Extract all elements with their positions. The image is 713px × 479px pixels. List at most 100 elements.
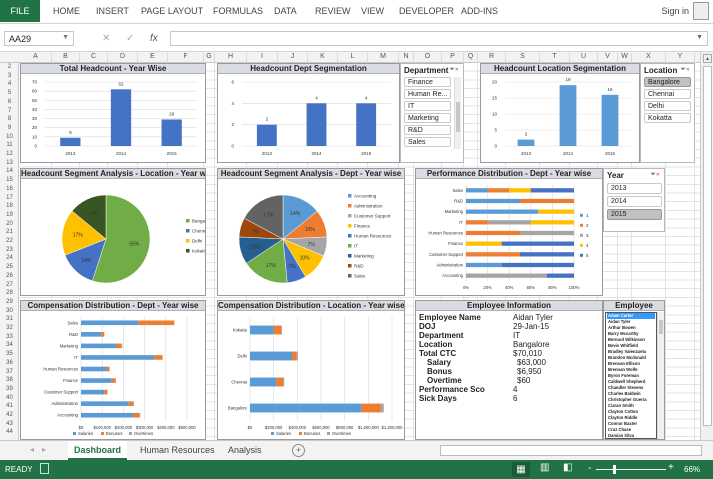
row-header[interactable]: 34: [0, 342, 18, 348]
column-header-x[interactable]: X: [632, 53, 666, 63]
row-header[interactable]: 42: [0, 412, 18, 418]
zoom-slider-thumb[interactable]: [613, 465, 616, 474]
expand-chevron-icon[interactable]: ▼: [696, 34, 703, 41]
clear-filter-icon[interactable]: ⏷✕: [680, 66, 690, 74]
column-header-u[interactable]: U: [570, 53, 598, 63]
zoom-slider[interactable]: [596, 465, 666, 474]
listbox-scrollbar[interactable]: [657, 312, 664, 439]
formula-input[interactable]: ▼: [170, 31, 708, 46]
row-header[interactable]: 39: [0, 386, 18, 392]
row-header[interactable]: 31: [0, 316, 18, 322]
chart-total-headcount[interactable]: Total Headcount - Year Wise 0 10 20 30 40 50 60…: [20, 63, 206, 163]
page-break-view-icon[interactable]: ◧: [563, 462, 572, 473]
zoom-in-icon[interactable]: +: [668, 462, 674, 473]
chart-compensation-location[interactable]: Compensation Distribution - Location - Y…: [217, 300, 405, 440]
column-header-q[interactable]: Q: [464, 53, 478, 63]
row-header[interactable]: 5: [0, 90, 18, 96]
row-header[interactable]: 15: [0, 177, 18, 183]
tab-formulas[interactable]: FORMULAS: [213, 6, 263, 16]
row-header[interactable]: 11: [0, 142, 18, 148]
row-header[interactable]: 35: [0, 351, 18, 357]
chart-performance[interactable]: Performance Distribution - Dept - Year w…: [415, 168, 603, 296]
zoom-out-icon[interactable]: -: [588, 463, 591, 474]
column-header-f[interactable]: F: [168, 53, 204, 63]
row-header[interactable]: 21: [0, 229, 18, 235]
row-header[interactable]: 33: [0, 334, 18, 340]
name-box[interactable]: AA29 ▼: [4, 31, 74, 46]
row-header[interactable]: 22: [0, 238, 18, 244]
row-header[interactable]: 40: [0, 395, 18, 401]
row-header[interactable]: 2: [0, 64, 18, 70]
column-header-m[interactable]: M: [368, 53, 399, 63]
slicer-item-finance[interactable]: Finance: [404, 77, 451, 87]
row-header[interactable]: 13: [0, 160, 18, 166]
row-header[interactable]: 26: [0, 273, 18, 279]
row-header[interactable]: 18: [0, 203, 18, 209]
slicer-scrollbar[interactable]: [454, 77, 461, 149]
column-header-b[interactable]: B: [52, 53, 80, 63]
enter-icon[interactable]: ✓: [126, 33, 134, 44]
column-header-t[interactable]: T: [540, 53, 570, 63]
next-sheet-icon[interactable]: ▸: [42, 445, 46, 454]
column-header-o[interactable]: O: [414, 53, 442, 63]
clear-filter-icon[interactable]: ⏷✕: [449, 66, 459, 74]
column-header-h[interactable]: H: [215, 53, 247, 63]
row-header[interactable]: 27: [0, 282, 18, 288]
column-header-y[interactable]: Y: [666, 53, 695, 63]
column-header-g[interactable]: G: [204, 53, 215, 63]
column-header-a[interactable]: A: [20, 53, 52, 63]
clear-filter-icon[interactable]: ⏷✕: [650, 171, 660, 179]
user-avatar-icon[interactable]: [693, 2, 709, 20]
column-header-d[interactable]: D: [108, 53, 138, 63]
tab-review[interactable]: REVIEW: [315, 6, 351, 16]
prev-sheet-icon[interactable]: ◂: [30, 445, 34, 454]
chart-dept-segmentation[interactable]: Headcount Dept Segmentation 0 2 4 6 2 2013 4 201…: [217, 63, 400, 163]
row-header[interactable]: 37: [0, 369, 18, 375]
row-header[interactable]: 38: [0, 377, 18, 383]
slicer-item-kokatta[interactable]: Kokatta: [644, 113, 691, 123]
row-header[interactable]: 41: [0, 403, 18, 409]
sheet-tab-dashboard[interactable]: Dashboard: [68, 441, 128, 460]
sheet-tab-human-resources[interactable]: Human Resources: [134, 441, 221, 460]
sign-in-link[interactable]: Sign in: [661, 6, 689, 16]
tab-add-ins[interactable]: ADD-INS: [461, 6, 498, 16]
column-header-l[interactable]: L: [338, 53, 368, 63]
slicer-item-sales[interactable]: Sales: [404, 137, 451, 147]
column-header-k[interactable]: K: [308, 53, 338, 63]
row-header[interactable]: 14: [0, 168, 18, 174]
slicer-item-delhi[interactable]: Delhi: [644, 101, 691, 111]
chart-pie-dept[interactable]: Headcount Segment Analysis - Dept - Year…: [217, 168, 405, 296]
row-header[interactable]: 6: [0, 99, 18, 105]
horizontal-scrollbar[interactable]: [440, 445, 702, 456]
column-header-p[interactable]: P: [442, 53, 464, 63]
slicer-item-it[interactable]: IT: [404, 101, 451, 111]
scroll-thumb[interactable]: [703, 66, 712, 426]
row-header[interactable]: 25: [0, 264, 18, 270]
slicer-item-2015[interactable]: 2015: [607, 209, 662, 220]
macro-record-icon[interactable]: [40, 463, 49, 474]
chevron-down-icon[interactable]: ▼: [62, 34, 69, 41]
chart-pie-location[interactable]: Headcount Segment Analysis - Location - …: [20, 168, 206, 296]
row-header[interactable]: 12: [0, 151, 18, 157]
row-header[interactable]: 36: [0, 360, 18, 366]
row-header[interactable]: 10: [0, 134, 18, 140]
slicer-item-bangalore[interactable]: Bangalore: [644, 77, 691, 87]
row-header[interactable]: 9: [0, 125, 18, 131]
column-header-w[interactable]: W: [618, 53, 632, 63]
file-tab[interactable]: FILE: [0, 0, 40, 22]
column-header-r[interactable]: R: [478, 53, 506, 63]
tab-page-layout[interactable]: PAGE LAYOUT: [141, 6, 203, 16]
row-header[interactable]: 23: [0, 247, 18, 253]
sheet-tab-analysis[interactable]: Analysis: [222, 441, 268, 460]
slicer-item-2013[interactable]: 2013: [607, 183, 662, 194]
employee-listbox[interactable]: Adam Carter Aidan Tyler Arthur Bowen Barry …: [605, 312, 657, 439]
row-header[interactable]: 3: [0, 73, 18, 79]
row-header[interactable]: 30: [0, 308, 18, 314]
row-header[interactable]: 44: [0, 429, 18, 435]
add-sheet-icon[interactable]: +: [292, 444, 305, 457]
row-header[interactable]: 16: [0, 186, 18, 192]
insert-function-icon[interactable]: fx: [150, 33, 158, 44]
slicer-item-rnd[interactable]: R&D: [404, 125, 451, 135]
row-header[interactable]: 28: [0, 290, 18, 296]
row-header[interactable]: 19: [0, 212, 18, 218]
